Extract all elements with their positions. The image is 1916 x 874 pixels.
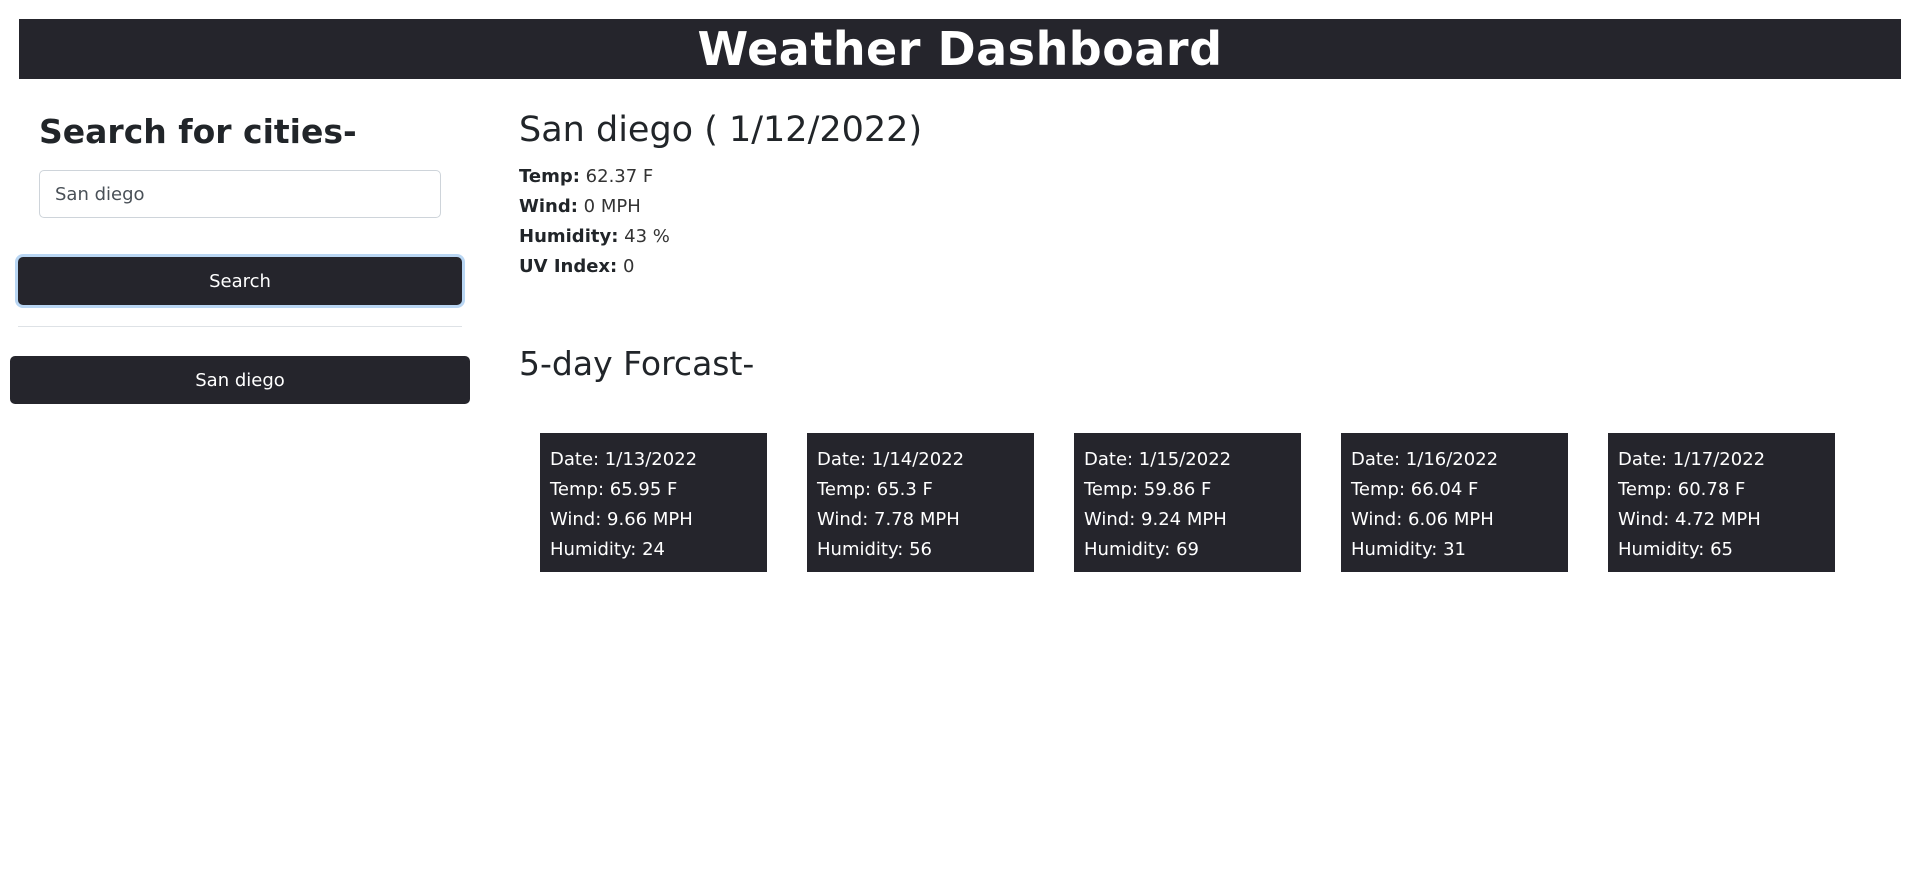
- forecast-card: Date: 1/14/2022 Temp: 65.3 F Wind: 7.78 …: [807, 433, 1034, 572]
- forecast-card: Date: 1/17/2022 Temp: 60.78 F Wind: 4.72…: [1608, 433, 1835, 572]
- stat-uv-index: UV Index: 0: [519, 252, 670, 282]
- forecast-date: Date: 1/16/2022: [1351, 449, 1499, 470]
- forecast-card: Date: 1/16/2022 Temp: 66.04 F Wind: 6.06…: [1341, 433, 1568, 572]
- stat-value: 0 MPH: [583, 196, 641, 217]
- city-search-input[interactable]: [39, 170, 441, 218]
- forecast-temp: Temp: 66.04 F: [1351, 479, 1479, 500]
- forecast-temp: Temp: 65.95 F: [550, 479, 678, 500]
- forecast-temp: Temp: 59.86 F: [1084, 479, 1212, 500]
- forecast-date: Date: 1/17/2022: [1618, 449, 1766, 470]
- stat-label: Humidity:: [519, 226, 619, 247]
- forecast-wind: Wind: 9.24 MPH: [1084, 509, 1227, 530]
- forecast-humidity: Humidity: 69: [1084, 539, 1199, 560]
- search-section-title: Search for cities-: [39, 112, 357, 151]
- stat-value: 62.37 F: [585, 166, 654, 187]
- forecast-date: Date: 1/15/2022: [1084, 449, 1232, 470]
- stat-label: Wind:: [519, 196, 578, 217]
- forecast-wind: Wind: 6.06 MPH: [1351, 509, 1494, 530]
- page-title: Weather Dashboard: [697, 22, 1223, 76]
- forecast-humidity: Humidity: 24: [550, 539, 665, 560]
- forecast-wind: Wind: 9.66 MPH: [550, 509, 693, 530]
- sidebar-divider: [18, 326, 462, 327]
- forecast-date: Date: 1/13/2022: [550, 449, 698, 470]
- forecast-title: 5-day Forcast-: [519, 344, 755, 383]
- forecast-wind: Wind: 7.78 MPH: [817, 509, 960, 530]
- stat-value: 0: [622, 256, 635, 277]
- forecast-temp: Temp: 65.3 F: [817, 479, 933, 500]
- stat-value: 43 %: [624, 226, 670, 247]
- page-header: Weather Dashboard: [19, 19, 1901, 79]
- stat-temp: Temp: 62.37 F: [519, 162, 670, 192]
- current-weather-title: San diego ( 1/12/2022): [519, 110, 923, 150]
- forecast-date: Date: 1/14/2022: [817, 449, 965, 470]
- current-weather-stats: Temp: 62.37 F Wind: 0 MPH Humidity: 43 %…: [519, 162, 670, 282]
- stat-label: UV Index:: [519, 256, 618, 277]
- forecast-humidity: Humidity: 56: [817, 539, 932, 560]
- forecast-humidity: Humidity: 31: [1351, 539, 1466, 560]
- forecast-temp: Temp: 60.78 F: [1618, 479, 1746, 500]
- forecast-card: Date: 1/15/2022 Temp: 59.86 F Wind: 9.24…: [1074, 433, 1301, 572]
- forecast-humidity: Humidity: 65: [1618, 539, 1733, 560]
- stat-wind: Wind: 0 MPH: [519, 192, 670, 222]
- stat-label: Temp:: [519, 166, 580, 187]
- history-city-button[interactable]: San diego: [10, 356, 470, 404]
- search-button[interactable]: Search: [18, 257, 462, 305]
- stat-humidity: Humidity: 43 %: [519, 222, 670, 252]
- forecast-card: Date: 1/13/2022 Temp: 65.95 F Wind: 9.66…: [540, 433, 767, 572]
- forecast-wind: Wind: 4.72 MPH: [1618, 509, 1761, 530]
